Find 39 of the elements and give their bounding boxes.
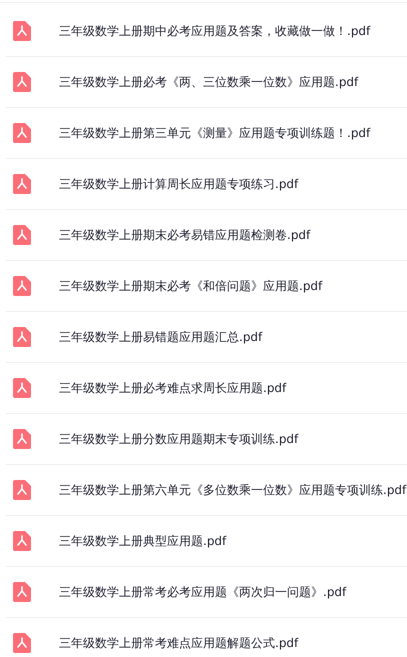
pdf-file-icon xyxy=(13,480,31,500)
file-name: 三年级数学上册计算周长应用题专项练习.pdf xyxy=(59,176,298,192)
file-item[interactable]: 三年级数学上册第三单元《测量》应用题专项训练题！.pdf xyxy=(6,108,407,159)
file-item[interactable]: 三年级数学上册易错题应用题汇总.pdf xyxy=(6,312,407,363)
file-name: 三年级数学上册第三单元《测量》应用题专项训练题！.pdf xyxy=(59,124,370,142)
pdf-file-icon xyxy=(13,225,31,245)
file-name: 三年级数学上册必考《两、三位数乘一位数》应用题.pdf xyxy=(59,74,358,90)
file-name: 三年级数学上册常考必考应用题《两次归一问题》.pdf xyxy=(59,584,346,600)
pdf-file-icon xyxy=(13,582,31,602)
file-name: 三年级数学上册易错题应用题汇总.pdf xyxy=(59,328,262,346)
file-item[interactable]: 三年级数学上册典型应用题.pdf xyxy=(6,516,407,567)
pdf-file-icon xyxy=(13,327,31,347)
pdf-file-icon xyxy=(13,174,31,194)
file-name: 三年级数学上册期中必考应用题及答案，收藏做一做！.pdf xyxy=(59,22,370,40)
file-item[interactable]: 三年级数学上册计算周长应用题专项练习.pdf xyxy=(6,159,407,210)
file-item[interactable]: 三年级数学上册常考难点应用题解题公式.pdf xyxy=(6,618,407,657)
file-name: 三年级数学上册期末必考《和倍问题》应用题.pdf xyxy=(59,278,322,294)
pdf-file-icon xyxy=(13,72,31,92)
pdf-file-icon xyxy=(13,633,31,653)
pdf-file-icon xyxy=(13,123,31,143)
file-item[interactable]: 三年级数学上册第六单元《多位数乘一位数》应用题专项训练.pdf xyxy=(6,465,407,516)
file-name: 三年级数学上册常考难点应用题解题公式.pdf xyxy=(59,634,298,652)
file-item[interactable]: 三年级数学上册期末必考易错应用题检测卷.pdf xyxy=(6,210,407,261)
file-item[interactable]: 三年级数学上册期末必考《和倍问题》应用题.pdf xyxy=(6,261,407,312)
pdf-file-icon xyxy=(13,429,31,449)
file-name: 三年级数学上册分数应用题期末专项训练.pdf xyxy=(59,430,298,448)
file-name: 三年级数学上册典型应用题.pdf xyxy=(59,532,226,550)
file-item[interactable]: 三年级数学上册常考必考应用题《两次归一问题》.pdf xyxy=(6,567,407,618)
pdf-file-icon xyxy=(13,531,31,551)
file-item[interactable]: 三年级数学上册必考难点求周长应用题.pdf xyxy=(6,363,407,414)
file-name: 三年级数学上册必考难点求周长应用题.pdf xyxy=(59,380,286,396)
pdf-file-icon xyxy=(13,378,31,398)
file-item[interactable]: 三年级数学上册分数应用题期末专项训练.pdf xyxy=(6,414,407,465)
file-item[interactable]: 三年级数学上册必考《两、三位数乘一位数》应用题.pdf xyxy=(6,57,407,108)
file-name: 三年级数学上册第六单元《多位数乘一位数》应用题专项训练.pdf xyxy=(59,482,406,498)
pdf-file-icon xyxy=(13,21,31,41)
file-item[interactable]: 三年级数学上册期中必考应用题及答案，收藏做一做！.pdf xyxy=(6,6,407,57)
pdf-file-icon xyxy=(13,276,31,296)
file-name: 三年级数学上册期末必考易错应用题检测卷.pdf xyxy=(59,226,310,244)
